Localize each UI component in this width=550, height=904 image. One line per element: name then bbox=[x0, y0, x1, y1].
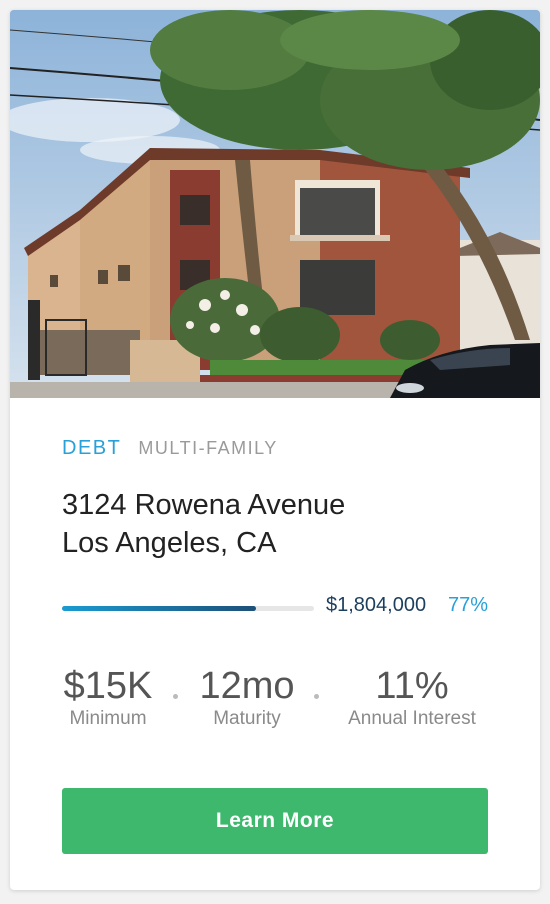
property-address[interactable]: 3124 Rowena Avenue Los Angeles, CA bbox=[62, 486, 488, 562]
address-line-2: Los Angeles, CA bbox=[62, 527, 277, 559]
separator-dot bbox=[314, 694, 319, 699]
loan-type-tag: DEBT bbox=[62, 437, 122, 459]
stat-minimum-value: $15K bbox=[63, 665, 153, 707]
listing-details: DEBT MULTI-FAMILY 3124 Rowena Avenue Los… bbox=[62, 398, 488, 854]
separator-dot bbox=[173, 694, 178, 699]
funding-percent: 77% bbox=[447, 594, 488, 616]
progress-fill bbox=[62, 606, 257, 611]
progress-track bbox=[62, 606, 314, 611]
stat-interest: 11% Annual Interest bbox=[336, 664, 488, 730]
stat-interest-value: 11% bbox=[375, 665, 449, 707]
funding-progress: $1,804,000 77% bbox=[62, 594, 488, 620]
stat-maturity-label: Maturity bbox=[213, 708, 281, 729]
property-type-tag: MULTI-FAMILY bbox=[138, 438, 278, 458]
stat-maturity-value: 12mo bbox=[199, 665, 295, 707]
listing-stats: $15K Minimum 12mo Maturity 11% Annual In… bbox=[62, 664, 488, 734]
stat-minimum: $15K Minimum bbox=[62, 664, 154, 730]
stat-interest-label: Annual Interest bbox=[348, 708, 476, 729]
listing-card: DEBT MULTI-FAMILY 3124 Rowena Avenue Los… bbox=[10, 10, 540, 890]
property-photo[interactable] bbox=[10, 10, 540, 398]
stat-minimum-label: Minimum bbox=[69, 708, 147, 729]
funding-amount: $1,804,000 bbox=[326, 594, 427, 616]
stat-maturity: 12mo Maturity bbox=[197, 664, 297, 730]
address-line-1: 3124 Rowena Avenue bbox=[62, 489, 346, 521]
learn-more-button[interactable]: Learn More bbox=[62, 788, 488, 854]
listing-tags: DEBT MULTI-FAMILY bbox=[62, 436, 488, 460]
